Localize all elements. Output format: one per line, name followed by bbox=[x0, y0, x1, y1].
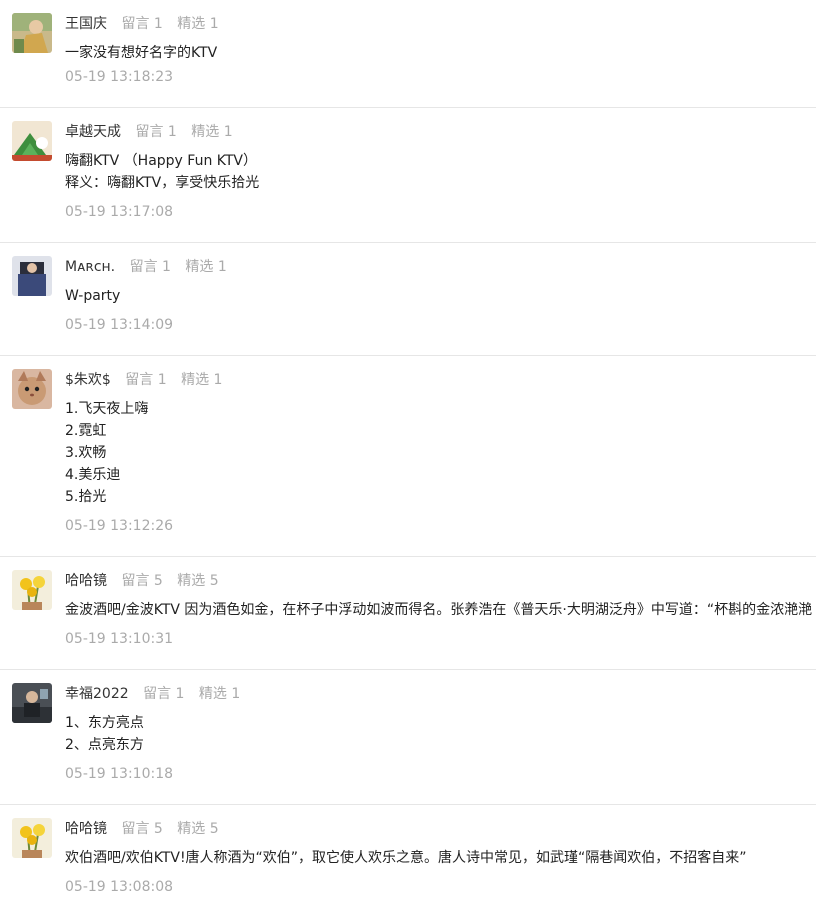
comment-timestamp: 05-19 13:08:08 bbox=[65, 879, 174, 895]
reply-count: 留言 1 bbox=[143, 686, 185, 702]
comment-line: 嗨翻KTV （Happy Fun KTV） bbox=[65, 153, 257, 169]
comment-content: W-party bbox=[65, 285, 816, 307]
reply-count: 留言 1 bbox=[121, 16, 163, 32]
featured-count: 精选 1 bbox=[191, 124, 233, 140]
comment-item: 幸福2022 留言 1 精选 1 1、东方亮点 2、点亮东方 05-19 13:… bbox=[0, 670, 816, 805]
comment-timestamp: 05-19 13:10:31 bbox=[65, 631, 174, 647]
comment-list: 王国庆 留言 1 精选 1 一家没有想好名字的KTV 05-19 13:18:2… bbox=[0, 0, 816, 911]
comment-content: 1.飞天夜上嗨 2.霓虹 3.欢畅 4.美乐迪 5.拾光 bbox=[65, 398, 816, 508]
comment-line: 1、东方亮点 bbox=[65, 715, 144, 731]
comment-header: $朱欢$ 留言 1 精选 1 bbox=[65, 370, 222, 390]
avatar-photo-icon bbox=[12, 369, 52, 409]
avatar-photo-icon bbox=[12, 121, 52, 161]
avatar[interactable] bbox=[12, 683, 52, 723]
comment-timestamp: 05-19 13:10:18 bbox=[65, 766, 174, 782]
comment-item: 哈哈镜 留言 5 精选 5 欢伯酒吧/欢伯KTV!唐人称酒为“欢伯”，取它使人欢… bbox=[0, 805, 816, 911]
author-name[interactable]: 卓越天成 bbox=[65, 124, 121, 140]
avatar[interactable] bbox=[12, 121, 52, 161]
comment-header: 哈哈镜 留言 5 精选 5 bbox=[65, 819, 219, 839]
avatar-photo-icon bbox=[12, 683, 52, 723]
comment-line: 3.欢畅 bbox=[65, 445, 107, 461]
comment-header: 幸福2022 留言 1 精选 1 bbox=[65, 684, 240, 704]
comment-item: 卓越天成 留言 1 精选 1 嗨翻KTV （Happy Fun KTV） 释义：… bbox=[0, 108, 816, 243]
avatar[interactable] bbox=[12, 818, 52, 858]
avatar[interactable] bbox=[12, 256, 52, 296]
comment-header: 王国庆 留言 1 精选 1 bbox=[65, 14, 219, 34]
comment-item: $朱欢$ 留言 1 精选 1 1.飞天夜上嗨 2.霓虹 3.欢畅 4.美乐迪 5… bbox=[0, 356, 816, 557]
avatar-photo-icon bbox=[12, 256, 52, 296]
comment-header: Mᴀʀᴄʜ. 留言 1 精选 1 bbox=[65, 257, 227, 277]
comment-line: W-party bbox=[65, 288, 121, 304]
comment-timestamp: 05-19 13:18:23 bbox=[65, 69, 174, 85]
comment-line: 5.拾光 bbox=[65, 489, 107, 505]
featured-count: 精选 1 bbox=[185, 259, 227, 275]
featured-count: 精选 1 bbox=[181, 372, 223, 388]
comment-timestamp: 05-19 13:14:09 bbox=[65, 317, 174, 333]
comment-line: 2.霓虹 bbox=[65, 423, 107, 439]
author-name[interactable]: 哈哈镜 bbox=[65, 573, 107, 589]
comment-content: 1、东方亮点 2、点亮东方 bbox=[65, 712, 816, 756]
featured-count: 精选 1 bbox=[177, 16, 219, 32]
comment-item: 哈哈镜 留言 5 精选 5 金波酒吧/金波KTV 因为酒色如金，在杯子中浮动如波… bbox=[0, 557, 816, 670]
author-name[interactable]: Mᴀʀᴄʜ. bbox=[65, 259, 115, 275]
avatar[interactable] bbox=[12, 13, 52, 53]
avatar-photo-icon bbox=[12, 13, 52, 53]
comment-content: 嗨翻KTV （Happy Fun KTV） 释义：嗨翻KTV，享受快乐拾光 bbox=[65, 150, 816, 194]
author-name[interactable]: $朱欢$ bbox=[65, 372, 111, 388]
author-name[interactable]: 哈哈镜 bbox=[65, 821, 107, 837]
comment-content: 金波酒吧/金波KTV 因为酒色如金，在杯子中浮动如波而得名。张养浩在《普天乐·大… bbox=[65, 599, 816, 621]
reply-count: 留言 1 bbox=[125, 372, 167, 388]
comment-line: 欢伯酒吧/欢伯KTV!唐人称酒为“欢伯”，取它使人欢乐之意。唐人诗中常见，如武瑾… bbox=[65, 850, 747, 866]
reply-count: 留言 5 bbox=[121, 573, 163, 589]
author-name[interactable]: 幸福2022 bbox=[65, 686, 129, 702]
comment-line: 一家没有想好名字的KTV bbox=[65, 45, 218, 61]
comment-header: 哈哈镜 留言 5 精选 5 bbox=[65, 571, 219, 591]
comment-item: 王国庆 留言 1 精选 1 一家没有想好名字的KTV 05-19 13:18:2… bbox=[0, 0, 816, 108]
comment-line: 1.飞天夜上嗨 bbox=[65, 401, 149, 417]
avatar[interactable] bbox=[12, 369, 52, 409]
featured-count: 精选 5 bbox=[177, 573, 219, 589]
comment-header: 卓越天成 留言 1 精选 1 bbox=[65, 122, 233, 142]
avatar[interactable] bbox=[12, 570, 52, 610]
comment-timestamp: 05-19 13:17:08 bbox=[65, 204, 174, 220]
reply-count: 留言 5 bbox=[121, 821, 163, 837]
avatar-photo-icon bbox=[12, 570, 52, 610]
featured-count: 精选 1 bbox=[198, 686, 241, 702]
avatar-photo-icon bbox=[12, 818, 52, 858]
author-name[interactable]: 王国庆 bbox=[65, 16, 107, 32]
comment-line: 2、点亮东方 bbox=[65, 737, 144, 753]
comment-content: 一家没有想好名字的KTV bbox=[65, 42, 816, 64]
featured-count: 精选 5 bbox=[177, 821, 219, 837]
reply-count: 留言 1 bbox=[129, 259, 171, 275]
comment-line: 金波酒吧/金波KTV 因为酒色如金，在杯子中浮动如波而得名。张养浩在《普天乐·大… bbox=[65, 602, 813, 618]
comment-item: Mᴀʀᴄʜ. 留言 1 精选 1 W-party 05-19 13:14:09 bbox=[0, 243, 816, 356]
comment-content: 欢伯酒吧/欢伯KTV!唐人称酒为“欢伯”，取它使人欢乐之意。唐人诗中常见，如武瑾… bbox=[65, 847, 816, 869]
comment-line: 释义：嗨翻KTV，享受快乐拾光 bbox=[65, 175, 260, 191]
comment-timestamp: 05-19 13:12:26 bbox=[65, 518, 174, 534]
reply-count: 留言 1 bbox=[135, 124, 177, 140]
comment-line: 4.美乐迪 bbox=[65, 467, 121, 483]
